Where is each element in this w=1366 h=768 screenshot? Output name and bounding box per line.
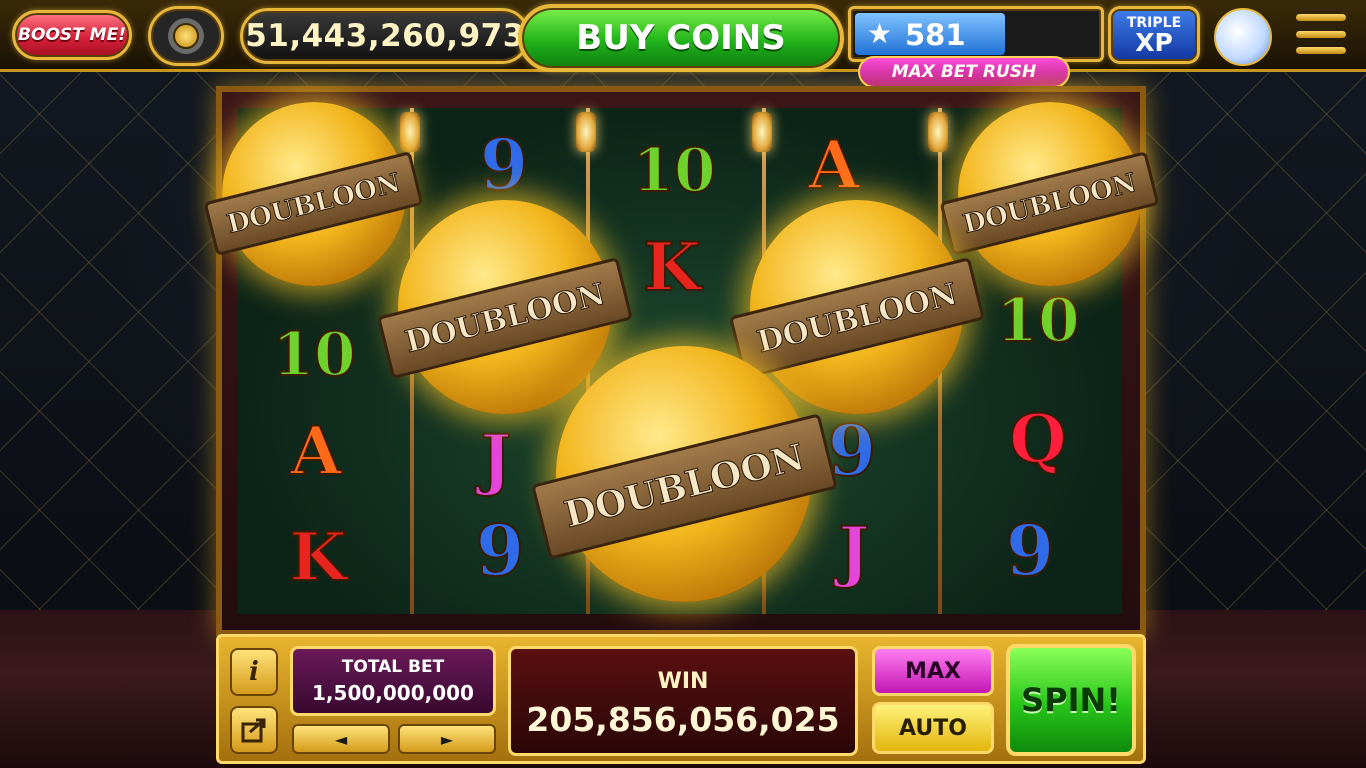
lantern-icon	[752, 112, 772, 152]
arrow-left-icon: ◄	[334, 729, 348, 749]
reel-symbol: K	[288, 517, 347, 597]
reel-symbol: J	[837, 511, 870, 591]
arrow-right-icon: ►	[440, 729, 454, 749]
doubloon-banner: DOUBLOON	[530, 413, 838, 560]
total-bet-display: TOTAL BET 1,500,000,000	[290, 646, 496, 716]
menu-line	[1296, 47, 1346, 54]
win-value: 205,856,056,025	[526, 700, 840, 739]
triple-xp-button[interactable]: TRIPLE XP	[1108, 6, 1200, 64]
doubloon-symbol: DOUBLOON	[728, 200, 986, 414]
menu-line	[1296, 14, 1346, 21]
coin-balance: 51,443,260,973	[240, 8, 530, 64]
cheetah-avatar-icon[interactable]	[1214, 8, 1272, 66]
reel-symbol: A	[807, 125, 860, 205]
reel-symbol: 10	[271, 319, 357, 391]
share-icon	[241, 718, 266, 743]
total-bet-value: 1,500,000,000	[312, 681, 474, 705]
buy-coins-button[interactable]: BUY COINS	[518, 4, 844, 72]
reel-symbol: K	[642, 227, 701, 307]
hamburger-menu-icon[interactable]	[1296, 14, 1346, 54]
reel-symbol: Q	[1008, 399, 1068, 479]
star-icon: ★	[867, 17, 893, 50]
doubloon-banner: DOUBLOON	[376, 256, 634, 379]
win-label: WIN	[657, 669, 709, 694]
share-button[interactable]	[230, 706, 278, 754]
info-button[interactable]: i	[230, 648, 278, 696]
boost-me-button[interactable]: BOOST ME!	[12, 10, 132, 60]
max-bet-rush-badge[interactable]: MAX BET RUSH	[858, 56, 1070, 88]
lantern-icon	[928, 112, 948, 152]
triple-xp-label-bottom: XP	[1135, 27, 1173, 57]
info-icon: i	[249, 657, 259, 687]
doubloon-banner: DOUBLOON	[203, 150, 425, 256]
increase-bet-button[interactable]: ►	[398, 724, 496, 754]
auto-spin-button[interactable]: AUTO	[872, 702, 994, 754]
xp-level: 581	[905, 18, 966, 52]
lantern-icon	[576, 112, 596, 152]
doubloon-symbol: DOUBLOON	[203, 102, 425, 286]
reel-symbol: 9	[1005, 508, 1056, 593]
max-bet-button[interactable]: MAX	[872, 646, 994, 696]
spin-button[interactable]: SPIN!	[1006, 644, 1136, 756]
lantern-icon	[400, 112, 420, 152]
doubloon-banner: DOUBLOON	[728, 256, 986, 379]
decrease-bet-button[interactable]: ◄	[292, 724, 390, 754]
doubloon-symbol: DOUBLOON	[376, 200, 634, 414]
reel-symbol: A	[289, 411, 342, 491]
doubloon-symbol: DOUBLOON	[530, 346, 838, 602]
doubloon-symbol: DOUBLOON	[939, 102, 1161, 286]
win-display: WIN 205,856,056,025	[508, 646, 858, 756]
menu-line	[1296, 30, 1346, 38]
reel-symbol: 9	[479, 122, 530, 207]
vault-icon	[173, 23, 199, 49]
reel-symbol: 10	[631, 135, 717, 207]
doubloon-banner: DOUBLOON	[939, 150, 1161, 256]
reel-symbol: 10	[995, 285, 1081, 357]
xp-progress-bar: ★ 581	[848, 6, 1104, 62]
total-bet-label: TOTAL BET	[341, 657, 445, 677]
vault-button[interactable]	[148, 6, 224, 66]
